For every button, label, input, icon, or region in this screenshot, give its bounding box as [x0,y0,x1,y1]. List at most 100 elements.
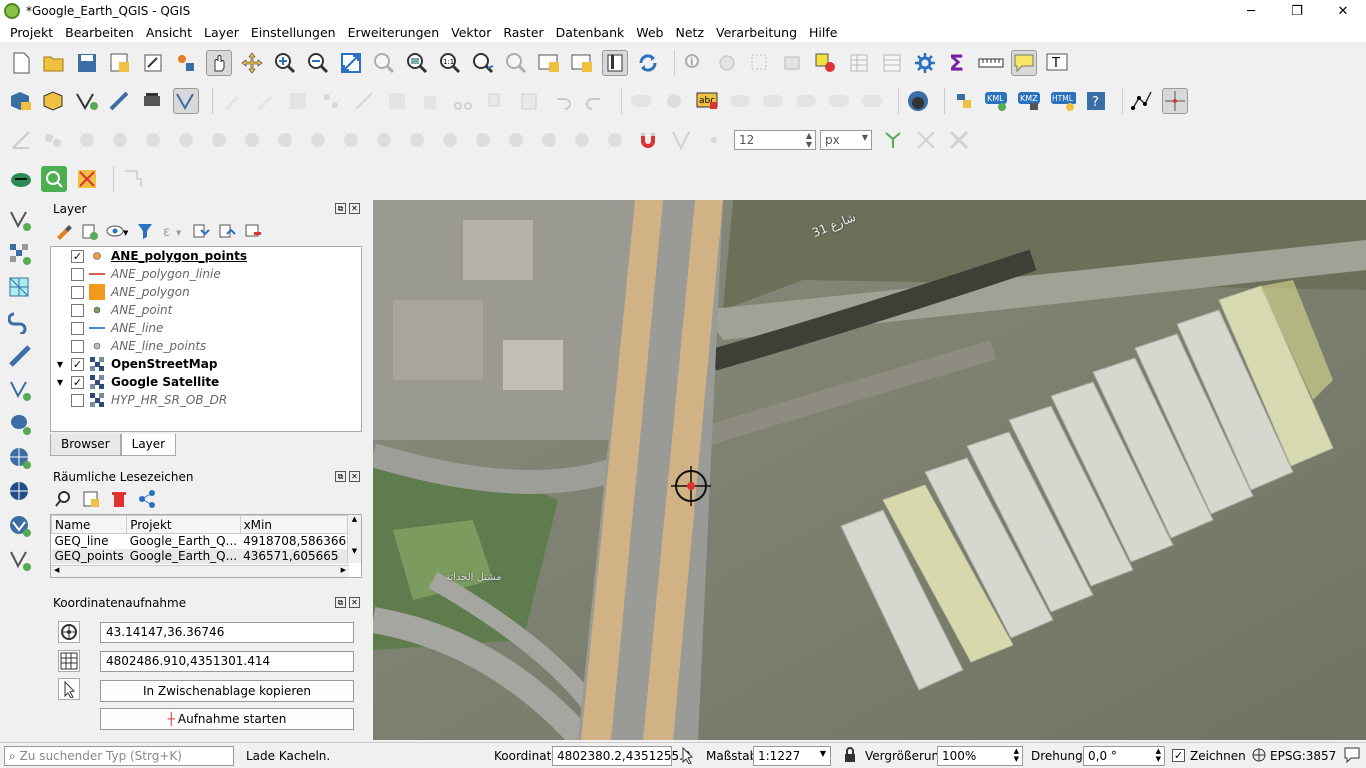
current-edits-icon[interactable] [219,88,245,114]
collapse-all-icon[interactable] [218,222,236,243]
zoom-to-layer-icon[interactable] [404,50,430,76]
menu-vektor[interactable]: Vektor [445,25,497,40]
add-wms-layer-icon[interactable] [6,444,34,472]
coordinate-capture-crosshair-icon[interactable] [1162,88,1188,114]
layer-visibility-checkbox[interactable] [71,321,84,335]
export-kml-icon[interactable]: KML [984,88,1010,114]
layer-row[interactable]: ANE_polygon [51,283,361,301]
deselect-all-icon[interactable] [813,50,839,76]
pan-hand-icon[interactable] [206,50,232,76]
maximize-button[interactable]: ❐ [1274,0,1320,22]
statistics-sigma-icon[interactable]: Σ [945,50,971,76]
processing-toolbox-icon[interactable] [912,50,938,76]
label-rotate-icon[interactable] [826,88,852,114]
plugin-layout-icon[interactable] [120,166,146,192]
menu-web[interactable]: Web [630,25,669,40]
start-capture-button[interactable]: ┼ Aufnahme starten [100,708,354,730]
zoom-out-icon[interactable] [305,50,331,76]
layer-visibility-checkbox[interactable]: ✓ [71,249,84,263]
snap-tolerance-input[interactable]: 12 ▲ ▼ [734,130,816,150]
share-bookmarks-icon[interactable] [138,489,156,511]
expand-all-icon[interactable] [192,222,210,243]
menu-erweiterungen[interactable]: Erweiterungen [342,25,446,40]
identify-icon[interactable]: i [681,50,707,76]
close-panel-icon[interactable]: ✕ [349,203,360,214]
label-toolbar-icon[interactable] [628,88,654,114]
edit-shape-7-icon[interactable] [272,127,298,153]
osm-globe-icon[interactable] [905,88,931,114]
map-tips-icon[interactable] [602,50,628,76]
layer-row[interactable]: ✓ ANE_polygon_points [51,247,361,265]
magnifier-spinbox[interactable]: 100% ▲ ▼ [937,746,1023,766]
label-move-icon[interactable] [793,88,819,114]
zoom-last-icon[interactable] [470,50,496,76]
edit-shape-4-icon[interactable] [173,127,199,153]
new-virtual-layer-icon[interactable] [140,88,166,114]
redo-icon[interactable] [582,88,608,114]
project-crs-grid-icon[interactable] [58,650,80,672]
zoom-to-bookmark-icon[interactable] [54,490,72,511]
lock-scale-icon[interactable] [843,747,857,766]
edit-shape-14-icon[interactable] [503,127,529,153]
label-rules-icon[interactable] [727,88,753,114]
advanced-digitizing-icon[interactable] [8,127,34,153]
menu-hilfe[interactable]: Hilfe [803,25,843,40]
render-checkbox[interactable]: ✓ [1172,749,1185,762]
table-row[interactable]: GEQ_line Google_Earth_Q... 4918708,586366 [52,534,350,549]
toggle-extents-icon[interactable] [678,746,696,767]
new-3d-view-icon[interactable] [569,50,595,76]
save-project-icon[interactable] [74,50,100,76]
edit-shape-3-icon[interactable] [140,127,166,153]
layer-visibility-checkbox[interactable]: ✓ [71,375,84,389]
bookmarks-vertical-scrollbar[interactable]: ▲ ▼ [347,515,361,563]
plugin-search-icon[interactable] [41,166,67,192]
edit-shape-13-icon[interactable] [470,127,496,153]
edit-shape-17-icon[interactable] [602,127,628,153]
filter-legend-icon[interactable] [136,222,154,243]
remove-layer-icon[interactable] [244,222,262,243]
bookmarks-horizontal-scrollbar[interactable]: ◀ ▶ [51,565,349,577]
menu-verarbeitung[interactable]: Verarbeitung [710,25,803,40]
menu-datenbank[interactable]: Datenbank [550,25,631,40]
snapping-intersection-icon[interactable] [913,127,939,153]
column-xmin[interactable]: xMin [239,515,350,534]
snapping-mode-icon[interactable] [668,127,694,153]
locator-search-input[interactable]: ⌕ Zu suchender Typ (Strg+K) [4,746,234,766]
add-mesh-layer-icon[interactable] [6,274,34,302]
layer-labeling-icon[interactable]: abc [694,88,720,114]
add-vector-layer-icon[interactable] [6,206,34,234]
crs-label[interactable]: EPSG:3857 [1270,749,1336,763]
edit-shape-10-icon[interactable] [371,127,397,153]
digitize-polyline-icon[interactable] [1129,88,1155,114]
column-name[interactable]: Name [51,515,128,534]
float-panel-icon[interactable]: ⧉ [335,203,346,214]
zoom-native-icon[interactable]: 1:1 [437,50,463,76]
menu-einstellungen[interactable]: Einstellungen [245,25,342,40]
edit-shape-16-icon[interactable] [569,127,595,153]
scale-select[interactable]: 1:1227 ▼ [753,746,831,766]
data-source-manager-icon[interactable] [8,88,34,114]
delete-selected-icon[interactable] [417,88,443,114]
add-wcs-layer-icon[interactable] [6,512,34,540]
edit-shape-11-icon[interactable] [404,127,430,153]
add-feature-icon[interactable] [318,88,344,114]
label-pin-icon[interactable] [661,88,687,114]
menu-raster[interactable]: Raster [497,25,549,40]
open-project-icon[interactable] [41,50,67,76]
pan-to-selection-icon[interactable] [239,50,265,76]
copy-features-icon[interactable] [483,88,509,114]
layer-visibility-checkbox[interactable] [71,267,84,281]
new-geopackage-icon[interactable] [41,88,67,114]
track-mouse-icon[interactable] [58,678,80,700]
add-wfs-layer-icon[interactable] [6,478,34,506]
style-manager-icon[interactable] [173,50,199,76]
expand-arrow-icon[interactable]: ▼ [54,378,66,387]
map-tips-balloon-icon[interactable] [1011,50,1037,76]
layer-row[interactable]: ANE_point [51,301,361,319]
add-group-icon[interactable] [80,222,98,243]
tab-browser[interactable]: Browser [50,434,121,456]
toggle-editing-icon[interactable] [252,88,278,114]
select-features-icon[interactable] [747,50,773,76]
plugin-tools-icon[interactable] [74,166,100,192]
export-html-icon[interactable]: HTML [1050,88,1076,114]
